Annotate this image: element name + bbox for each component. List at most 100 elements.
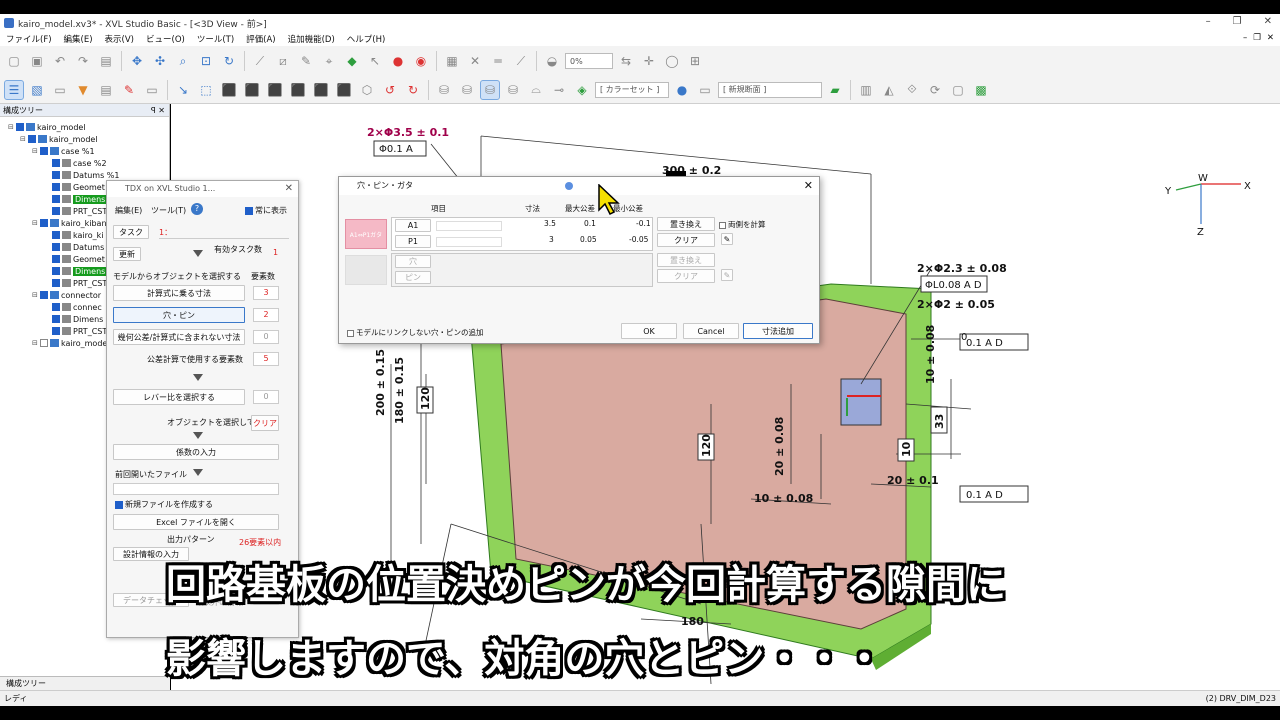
ball-red-icon[interactable]: ◉	[411, 51, 431, 71]
row-p1-name[interactable]: P1	[395, 235, 431, 248]
view-back-icon[interactable]: ⬛	[242, 80, 262, 100]
list-icon[interactable]: ▤	[96, 80, 116, 100]
sphere-icon[interactable]: ●	[672, 80, 692, 100]
tool-e-icon[interactable]: ▢	[948, 80, 968, 100]
minimize-button[interactable]: –	[1206, 16, 1211, 27]
marker-icon[interactable]: ⌖	[319, 51, 339, 71]
tree-footer-tab[interactable]: 構成ツリー	[0, 676, 170, 690]
visibility-checkbox[interactable]	[52, 171, 60, 179]
rotate-icon[interactable]: ✣	[150, 51, 170, 71]
view-front-icon[interactable]: ⬛	[219, 80, 239, 100]
rotate-left-icon[interactable]: ↺	[380, 80, 400, 100]
pin-red-icon[interactable]: ●	[388, 51, 408, 71]
tool-f-icon[interactable]: ▩	[971, 80, 991, 100]
undo-icon[interactable]: ↶	[50, 51, 70, 71]
tdx-menu-edit[interactable]: 編集(E)	[115, 205, 142, 216]
dialog-close-button[interactable]: ✕	[804, 177, 813, 195]
section-plane-icon[interactable]: ▰	[825, 80, 845, 100]
axis-icon[interactable]: ✛	[639, 51, 659, 71]
tree-item[interactable]: ⊟ kairo_model	[0, 121, 169, 133]
unlinked-option-checkbox[interactable]: モデルにリンクしない穴・ピンの追加	[347, 327, 484, 338]
always-on-top-checkbox[interactable]: 常に表示	[245, 205, 287, 216]
mdi-minimize[interactable]: –	[1243, 33, 1247, 43]
line-icon[interactable]: ═	[488, 51, 508, 71]
clipboard-icon[interactable]: ▤	[96, 51, 116, 71]
tool-c-icon[interactable]: ⟐	[902, 80, 922, 100]
visibility-checkbox[interactable]	[52, 303, 60, 311]
geometric-tolerance-button[interactable]: 幾何公差/計算式に含まれない寸法	[113, 329, 245, 345]
menu-edit[interactable]: 編集(E)	[64, 33, 93, 45]
help-icon[interactable]: ?	[191, 203, 203, 215]
both-sides-checkbox[interactable]: 両側を計算	[719, 219, 766, 230]
line-mark-icon[interactable]: ⊸	[549, 80, 569, 100]
last-opened-field[interactable]	[113, 483, 279, 495]
zoom-select[interactable]: 0%	[565, 53, 613, 69]
expand-icon[interactable]: ⊟	[32, 147, 40, 155]
cylinder-wire-icon[interactable]: ⛁	[434, 80, 454, 100]
visibility-checkbox[interactable]	[40, 291, 48, 299]
visibility-checkbox[interactable]	[52, 195, 60, 203]
maximize-button[interactable]: ❐	[1233, 16, 1242, 27]
tool-b-icon[interactable]: ◭	[879, 80, 899, 100]
visibility-checkbox[interactable]	[52, 267, 60, 275]
menu-view[interactable]: 表示(V)	[105, 33, 134, 45]
tool-a-icon[interactable]: ▥	[856, 80, 876, 100]
edit-icon-disabled[interactable]: ✎	[721, 269, 733, 281]
section-icon[interactable]: ⧄	[273, 51, 293, 71]
pair-empty[interactable]	[345, 255, 387, 285]
assembly-icon[interactable]: ◆	[342, 51, 362, 71]
visibility-checkbox[interactable]	[52, 231, 60, 239]
cylinder-dark-icon[interactable]: ⛁	[503, 80, 523, 100]
task-button[interactable]: タスク	[113, 225, 149, 239]
color-set-icon[interactable]: ◈	[572, 80, 592, 100]
row-p1-field[interactable]	[436, 237, 502, 247]
clear-button[interactable]: クリア	[251, 415, 279, 431]
move-icon[interactable]: ⇆	[616, 51, 636, 71]
task-select[interactable]: 1：	[159, 227, 289, 239]
tree-item[interactable]: ⊟ case %1	[0, 145, 169, 157]
visibility-checkbox[interactable]	[40, 339, 48, 347]
grid-icon[interactable]: ⊞	[685, 51, 705, 71]
visibility-checkbox[interactable]	[52, 279, 60, 287]
view-iso-icon[interactable]: ⬡	[357, 80, 377, 100]
view-left-icon[interactable]: ⬛	[265, 80, 285, 100]
redo-icon[interactable]: ↷	[73, 51, 93, 71]
wipe-icon[interactable]: ⟋	[511, 51, 531, 71]
tdx-close-button[interactable]: ✕	[285, 181, 293, 197]
cross-icon[interactable]: ✕	[465, 51, 485, 71]
edit-red-icon[interactable]: ✎	[119, 80, 139, 100]
pointer-icon[interactable]: ↖	[365, 51, 385, 71]
box-select-icon[interactable]: ⬚	[196, 80, 216, 100]
mdi-restore[interactable]: ❐	[1253, 33, 1261, 43]
section-select[interactable]: [ 新規断面 ]	[718, 81, 822, 98]
pin-placeholder[interactable]: ピン	[395, 271, 431, 284]
tree-item[interactable]: case %2	[0, 157, 169, 169]
visibility-checkbox[interactable]	[40, 147, 48, 155]
close-button[interactable]: ✕	[1264, 16, 1272, 27]
expand-icon[interactable]: ⊟	[32, 219, 40, 227]
dialog-clear-button[interactable]: クリア	[657, 233, 715, 247]
probe-icon[interactable]: ✎	[296, 51, 316, 71]
cylinder-active-icon[interactable]: ⛁	[480, 79, 500, 100]
open-excel-button[interactable]: Excel ファイルを開く	[113, 514, 279, 530]
window-icon[interactable]: ▭	[50, 80, 70, 100]
menu-viewo[interactable]: ビュー(O)	[146, 33, 185, 45]
spin-icon[interactable]: ↻	[219, 51, 239, 71]
pan-icon[interactable]: ✥	[127, 51, 147, 71]
visibility-checkbox[interactable]	[52, 207, 60, 215]
menu-tools[interactable]: ツール(T)	[197, 33, 234, 45]
update-button[interactable]: 更新	[113, 247, 141, 261]
frame-icon[interactable]: ▦	[442, 51, 462, 71]
new-icon[interactable]: ▢	[4, 51, 24, 71]
row-a1-field[interactable]	[436, 221, 502, 231]
replace-button[interactable]: 置き換え	[657, 217, 715, 231]
tree-pin-close[interactable]: ꟼ ✕	[151, 104, 165, 117]
create-new-file-checkbox[interactable]: 新規ファイルを作成する	[115, 499, 213, 510]
menu-file[interactable]: ファイル(F)	[6, 33, 52, 45]
tree-item[interactable]: ⊟ kairo_model	[0, 133, 169, 145]
visibility-checkbox[interactable]	[52, 315, 60, 323]
visibility-checkbox[interactable]	[52, 183, 60, 191]
visibility-checkbox[interactable]	[28, 135, 36, 143]
expand-icon[interactable]: ⊟	[8, 123, 16, 131]
zoom-icon[interactable]: ⌕	[173, 51, 193, 71]
